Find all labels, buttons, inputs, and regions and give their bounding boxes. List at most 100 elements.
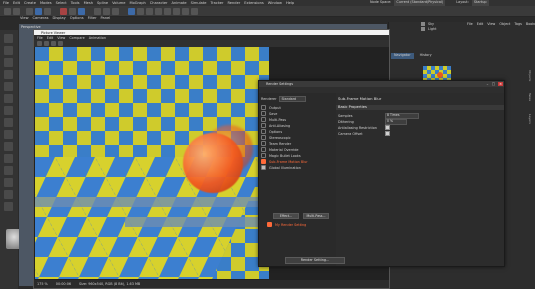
close-icon[interactable]: × (498, 82, 503, 86)
viewport-menu-item-filter[interactable]: Filter (88, 16, 97, 22)
edges-mode-icon[interactable] (4, 82, 13, 91)
menu-item-render[interactable]: Render (227, 1, 240, 5)
render-setting-button[interactable]: Render Setting... (285, 257, 345, 264)
menu-item-create[interactable]: Create (24, 1, 36, 5)
menu-item-simulate[interactable]: Simulate (191, 1, 207, 5)
snap-icon[interactable] (4, 130, 13, 139)
viewport-menu-item-panel[interactable]: Panel (101, 16, 111, 22)
viewport-menu-item-cameras[interactable]: Cameras (33, 16, 49, 22)
solo-icon[interactable] (4, 178, 13, 187)
settings-item-team-render[interactable]: Team Render (261, 141, 291, 146)
cube-icon[interactable] (128, 7, 135, 15)
deformer-icon[interactable] (164, 7, 171, 15)
settings-checkbox-icon[interactable] (261, 123, 266, 128)
nurbs-icon[interactable] (146, 7, 153, 15)
pen-icon[interactable] (137, 7, 144, 15)
pv-menu-item-compare[interactable]: Compare (69, 36, 84, 40)
move-icon[interactable] (26, 7, 33, 15)
tab-objects[interactable]: Objects (528, 70, 532, 81)
grid-icon[interactable] (4, 166, 13, 175)
render-pv-icon[interactable] (103, 7, 110, 15)
menu-item-animate[interactable]: Animate (172, 1, 187, 5)
stop-icon[interactable] (44, 41, 49, 46)
object-menu-item-tags[interactable]: Tags (514, 22, 522, 26)
settings-item-material-override[interactable]: Material Override (261, 147, 299, 152)
effect-button[interactable]: Effect... (273, 213, 299, 219)
menu-item-edit[interactable]: Edit (13, 1, 20, 5)
menu-item-select[interactable]: Select (56, 1, 67, 5)
settings-item-save[interactable]: Save (261, 111, 277, 116)
pv-menu-item-file[interactable]: File (37, 36, 43, 40)
pv-menu-item-edit[interactable]: Edit (47, 36, 54, 40)
object-menu-item-object[interactable]: Object (499, 22, 510, 26)
menu-item-spline[interactable]: Spline (97, 1, 108, 5)
x-axis-icon[interactable] (60, 7, 67, 15)
menu-item-file[interactable]: File (3, 1, 9, 5)
settings-item-stereoscopic[interactable]: Stereoscopic (261, 135, 291, 140)
settings-checkbox-icon[interactable] (261, 105, 266, 110)
render-view-icon[interactable] (94, 7, 101, 15)
material-icon[interactable] (4, 190, 13, 199)
settings-checkbox-icon[interactable] (261, 153, 266, 158)
tab-layers[interactable]: Layers (528, 114, 532, 124)
tweak-icon[interactable] (4, 118, 13, 127)
samples-select[interactable]: 8 Times (385, 113, 419, 119)
dithering-field[interactable]: 0 % (385, 119, 407, 125)
points-mode-icon[interactable] (4, 70, 13, 79)
renderer-select[interactable]: Standard (279, 96, 307, 102)
settings-item-anti-aliasing[interactable]: Anti-Aliasing (261, 123, 290, 128)
light-icon[interactable] (191, 7, 198, 15)
object-row-light[interactable]: Light (421, 27, 436, 31)
object-row-sky[interactable]: Sky (421, 22, 434, 26)
settings-item-magic-bullet-looks[interactable]: Magic Bullet Looks (261, 153, 301, 158)
viewport-menu-item-view[interactable]: View (20, 16, 29, 22)
pv-menu-item-view[interactable]: View (57, 36, 65, 40)
undo-icon[interactable] (4, 7, 11, 15)
preset-item[interactable]: My Render Setting (267, 222, 306, 227)
camera-icon[interactable] (182, 7, 189, 15)
maximize-icon[interactable]: □ (491, 82, 496, 86)
settings-checkbox-icon[interactable] (261, 117, 266, 122)
settings-checkbox-icon[interactable] (261, 135, 266, 140)
redo-icon[interactable] (13, 7, 20, 15)
floor-icon[interactable] (173, 7, 180, 15)
menu-item-volume[interactable]: Volume (112, 1, 125, 5)
z-axis-icon[interactable] (78, 7, 85, 15)
copy-icon[interactable] (58, 41, 63, 46)
settings-item-multi-pass[interactable]: Multi-Pass (261, 117, 286, 122)
menu-item-help[interactable]: Help (286, 1, 294, 5)
render-settings-icon[interactable] (112, 7, 119, 15)
settings-item-options[interactable]: Options (261, 129, 282, 134)
menu-item-tools[interactable]: Tools (71, 1, 80, 5)
scale-icon[interactable] (35, 7, 42, 15)
locked-icon[interactable] (4, 154, 13, 163)
settings-item-output[interactable]: Output (261, 105, 281, 110)
menu-item-extensions[interactable]: Extensions (244, 1, 264, 5)
make-editable-icon[interactable] (4, 34, 13, 43)
tab-navigator[interactable]: Navigator (391, 53, 414, 59)
settings-checkbox-icon[interactable] (261, 159, 266, 164)
array-icon[interactable] (155, 7, 162, 15)
pv-menu-item-animation[interactable]: Animation (89, 36, 106, 40)
menu-item-window[interactable]: Window (268, 1, 282, 5)
viewport-menu-item-options[interactable]: Options (70, 16, 84, 22)
y-axis-icon[interactable] (69, 7, 76, 15)
settings-checkbox-icon[interactable] (261, 165, 266, 170)
menu-item-mograph[interactable]: MoGraph (129, 1, 145, 5)
menu-item-mesh[interactable]: Mesh (84, 1, 93, 5)
model-mode-icon[interactable] (4, 46, 13, 55)
object-menu-item-view[interactable]: View (487, 22, 495, 26)
settings-checkbox-icon[interactable] (261, 147, 266, 152)
zoom-level[interactable]: 175 % (37, 282, 48, 286)
menu-item-character[interactable]: Character (150, 1, 168, 5)
camera-offset-checkbox[interactable] (385, 131, 390, 136)
sculpt-icon[interactable] (4, 202, 13, 211)
object-menu-item-file[interactable]: File (467, 22, 473, 26)
tab-history[interactable]: History (417, 53, 435, 59)
settings-item-sub-frame-motion-blur[interactable]: Sub-Frame Motion Blur (261, 159, 308, 164)
settings-checkbox-icon[interactable] (261, 111, 266, 116)
render-icon[interactable] (37, 41, 42, 46)
settings-checkbox-icon[interactable] (261, 129, 266, 134)
texture-mode-icon[interactable] (4, 58, 13, 67)
multipass-button[interactable]: Multi-Pass... (303, 213, 329, 219)
